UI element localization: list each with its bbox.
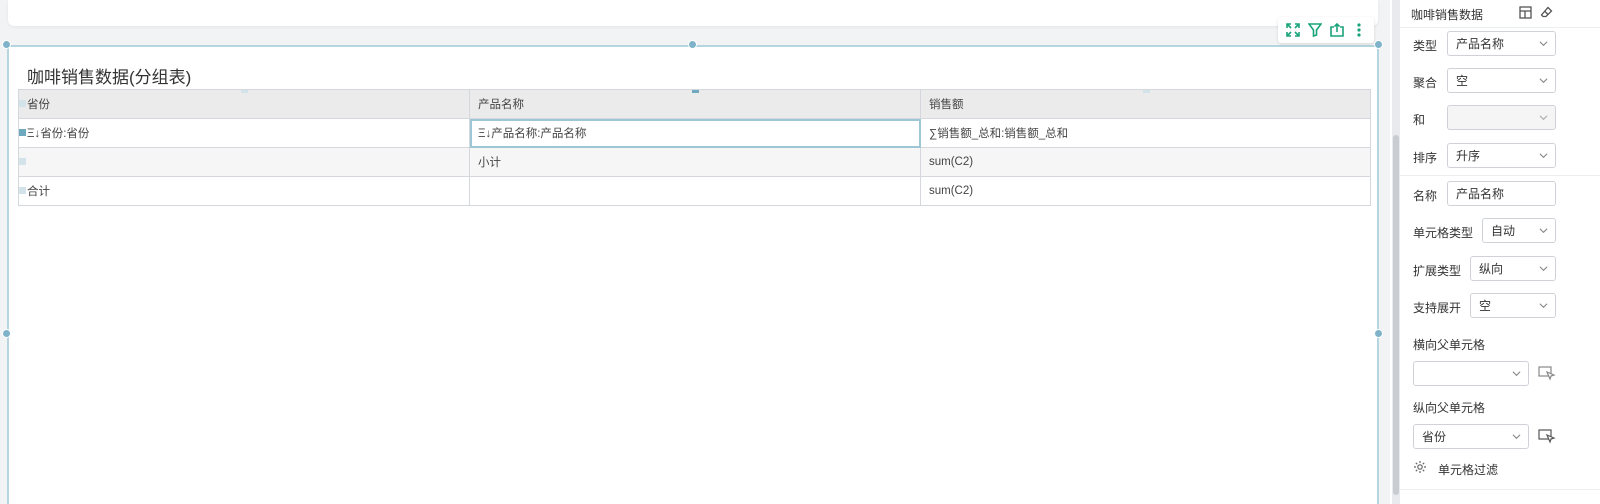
table-row: Ξ↓省份:省份 Ξ↓产品名称:产品名称 ∑销售额_总和:销售额_总和 [18,118,1371,148]
widget-title: 咖啡销售数据(分组表) [27,68,192,87]
sort-select[interactable]: 升序 [1447,143,1556,168]
support-expand-select[interactable]: 空 [1470,293,1556,318]
name-label: 名称 [1413,189,1438,203]
row-marker[interactable] [19,187,26,194]
table-cell[interactable]: ∑销售额_总和:销售额_总和 [920,118,1371,148]
chevron-down-icon [1539,303,1548,309]
row-marker[interactable] [19,158,26,165]
gear-icon[interactable] [1413,460,1427,474]
aggregate-label: 聚合 [1413,76,1438,90]
row-marker[interactable] [19,100,26,107]
filter-icon[interactable] [1306,21,1324,39]
and-label: 和 [1413,113,1426,127]
resize-handle-top-left[interactable] [2,40,11,49]
col-marker-a[interactable] [241,90,248,93]
resize-handle-top-right[interactable] [1374,40,1383,49]
sort-label: 排序 [1413,151,1438,165]
resize-handle-top[interactable] [688,40,697,49]
top-card [8,0,1378,26]
header-cell-sales[interactable]: 销售额 [920,89,1371,119]
expand-type-select[interactable]: 纵向 [1470,256,1556,281]
eraser-icon[interactable] [1538,4,1554,20]
h-parent-label: 横向父单元格 [1413,338,1486,352]
table-cell[interactable]: sum(C2) [920,147,1371,177]
chevron-down-icon [1539,115,1548,121]
table-widget[interactable]: 咖啡销售数据(分组表) 省份 产品名称 销售额 Ξ↓省份:省份 Ξ↓产品名称:产… [7,45,1379,504]
panel-divider [1400,489,1600,490]
chevron-down-icon [1539,266,1548,272]
panel-divider [1400,27,1600,28]
v-parent-label: 纵向父单元格 [1413,401,1486,415]
table-cell[interactable] [469,176,921,206]
expand-type-label: 扩展类型 [1413,264,1462,278]
and-select[interactable] [1447,105,1556,130]
type-label: 类型 [1413,39,1438,53]
widget-toolbar [1278,17,1374,43]
table-cell[interactable] [18,147,470,177]
panel-scrollbar-thumb[interactable] [1393,135,1399,495]
chevron-down-icon [1539,78,1548,84]
h-parent-select[interactable] [1413,361,1529,386]
support-expand-label: 支持展开 [1413,301,1462,315]
cell-filter-link[interactable]: 单元格过滤 [1438,461,1498,478]
table-cell[interactable]: 小计 [469,147,921,177]
chevron-down-icon [1512,371,1521,377]
row-marker[interactable] [19,129,26,136]
v-parent-select[interactable]: 省份 [1413,424,1529,449]
table-cell[interactable]: Ξ↓省份:省份 [18,118,470,148]
group-table: 省份 产品名称 销售额 Ξ↓省份:省份 Ξ↓产品名称:产品名称 ∑销售额_总和:… [18,89,1371,206]
resize-handle-right[interactable] [1374,329,1383,338]
header-cell-product[interactable]: 产品名称 [469,89,921,119]
panel-divider [1400,175,1600,176]
export-icon[interactable] [1328,21,1346,39]
cell-type-select[interactable]: 自动 [1482,218,1556,243]
table-row: 合计 sum(C2) [18,176,1371,206]
type-select[interactable]: 产品名称 [1447,31,1556,56]
chevron-down-icon [1539,153,1548,159]
chevron-down-icon [1512,434,1521,440]
layout-icon[interactable] [1517,4,1533,20]
table-cell-selected[interactable]: Ξ↓产品名称:产品名称 [469,118,921,148]
cell-picker-icon[interactable] [1538,365,1556,381]
chevron-down-icon [1539,228,1548,234]
cell-type-label: 单元格类型 [1413,226,1474,240]
resize-handle-left[interactable] [2,329,11,338]
panel-title: 咖啡销售数据 [1411,8,1484,22]
table-row: 小计 sum(C2) [18,147,1371,177]
col-marker-c[interactable] [1143,90,1150,93]
name-input[interactable]: 产品名称 [1447,181,1556,206]
col-marker-b[interactable] [692,90,699,93]
aggregate-select[interactable]: 空 [1447,68,1556,93]
fullscreen-icon[interactable] [1284,21,1302,39]
header-cell-province[interactable]: 省份 [18,89,470,119]
table-cell[interactable]: 合计 [18,176,470,206]
more-icon[interactable] [1350,21,1368,39]
cell-picker-icon[interactable] [1538,428,1556,444]
table-header-row: 省份 产品名称 销售额 [18,89,1371,119]
table-cell[interactable]: sum(C2) [920,176,1371,206]
chevron-down-icon [1539,41,1548,47]
